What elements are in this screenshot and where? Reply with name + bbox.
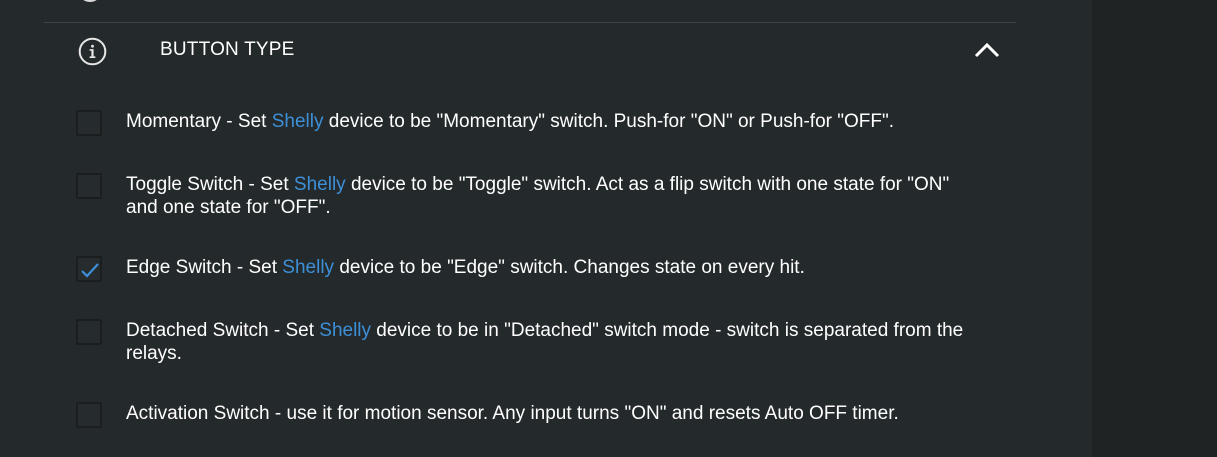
momentary-checkbox[interactable]	[76, 110, 102, 136]
toggle-switch-brand-link[interactable]: Shelly	[294, 174, 346, 195]
detached-switch-brand-link[interactable]: Shelly	[319, 320, 371, 341]
section-title: BUTTON TYPE	[160, 39, 295, 60]
toggle-switch-label-pre: Toggle Switch - Set	[126, 174, 294, 195]
detached-switch-checkbox[interactable]	[76, 319, 102, 345]
toggle-switch-label: Toggle Switch - Set Shelly device to be …	[126, 173, 986, 219]
momentary-brand-link[interactable]: Shelly	[272, 111, 324, 132]
previous-section-icon[interactable]	[78, 0, 102, 2]
edge-switch-label-pre: Edge Switch - Set	[126, 257, 283, 278]
momentary-label-pre: Momentary - Set	[126, 111, 272, 132]
edge-switch-checkbox[interactable]	[76, 256, 102, 282]
button-type-header[interactable]: BUTTON TYPE	[44, 23, 1016, 77]
activation-switch-checkbox[interactable]	[76, 402, 102, 428]
activation-switch-label-pre: Activation Switch - use it for motion se…	[126, 403, 899, 424]
momentary-label-post: device to be "Momentary" switch. Push-fo…	[323, 111, 894, 132]
info-icon	[78, 37, 107, 66]
page: BUTTON TYPE Momentary - Set Shelly devic…	[0, 0, 1217, 457]
activation-switch-label: Activation Switch - use it for motion se…	[126, 402, 986, 425]
edge-switch-brand-link[interactable]: Shelly	[282, 257, 334, 278]
checkmark-icon	[81, 263, 99, 278]
edge-switch-label: Edge Switch - Set Shelly device to be "E…	[126, 256, 986, 279]
momentary-label: Momentary - Set Shelly device to be "Mom…	[126, 110, 986, 133]
settings-panel: BUTTON TYPE Momentary - Set Shelly devic…	[44, 0, 1016, 457]
toggle-switch-checkbox[interactable]	[76, 173, 102, 199]
edge-switch-label-post: device to be "Edge" switch. Changes stat…	[334, 257, 805, 278]
right-side-strip	[1092, 0, 1217, 457]
detached-switch-label-pre: Detached Switch - Set	[126, 320, 320, 341]
chevron-up-icon[interactable]	[974, 41, 1000, 59]
detached-switch-label: Detached Switch - Set Shelly device to b…	[126, 319, 986, 365]
